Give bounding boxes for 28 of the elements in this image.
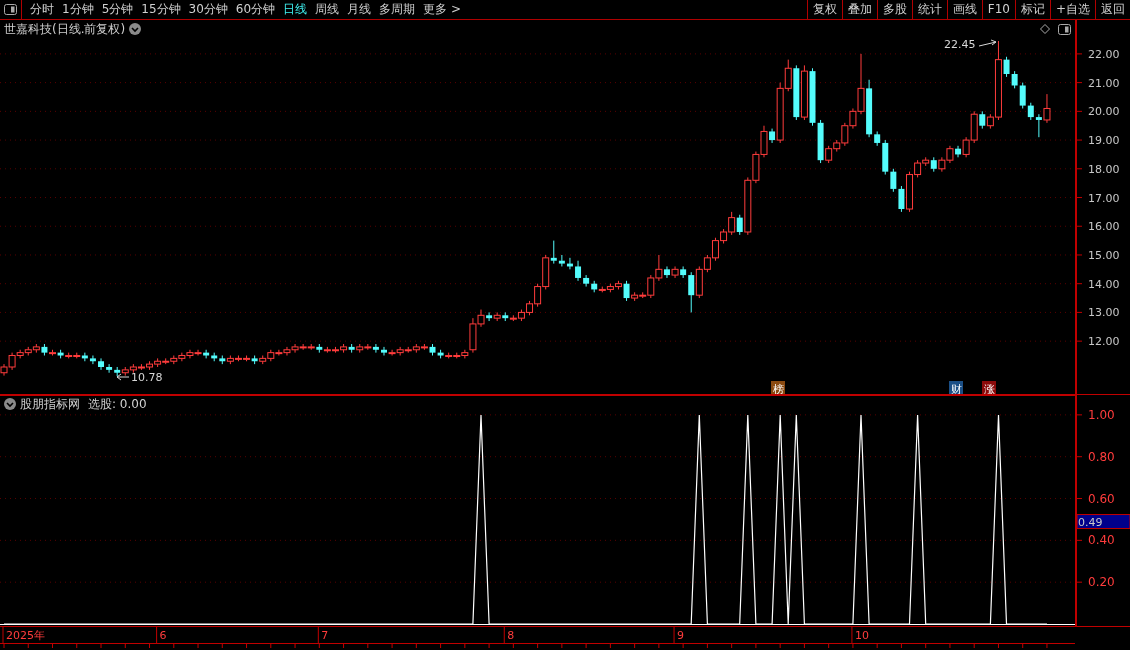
price-axis-label: 22.00	[1088, 47, 1120, 61]
stock-title: 世嘉科技(日线.前复权)	[4, 21, 126, 38]
cursor-value-label: 0.49	[1077, 514, 1130, 530]
indicator-axis-label: 0.80	[1088, 449, 1115, 464]
date-axis-label: 6	[159, 629, 167, 642]
price-axis-label: 12.00	[1088, 335, 1120, 349]
low-price-label: 10.78	[131, 371, 163, 384]
price-axis-label: 19.00	[1088, 134, 1120, 148]
price-axis-label: 17.00	[1088, 191, 1120, 205]
indicator-axis-label: 0.20	[1088, 575, 1115, 590]
date-axis-label: 2025年	[6, 629, 45, 642]
high-price-label: 22.45	[944, 38, 976, 51]
date-axis-label: 8	[507, 629, 515, 642]
indicator-name: 股朋指标网	[20, 396, 80, 413]
indicator-reading: 选股: 0.00	[88, 396, 147, 413]
price-axis-label: 15.00	[1088, 248, 1120, 262]
indicator-axis-label: 0.60	[1088, 491, 1115, 506]
indicator-axis-label: 1.00	[1088, 407, 1115, 422]
date-axis-label: 10	[854, 629, 869, 642]
price-axis-label: 18.00	[1088, 162, 1120, 176]
price-axis-label: 20.00	[1088, 105, 1120, 119]
price-axis-label: 13.00	[1088, 306, 1120, 320]
price-axis-label: 21.00	[1088, 76, 1120, 90]
indicator-axis-label: 0.40	[1088, 533, 1115, 548]
date-axis-label: 9	[677, 629, 685, 642]
price-axis-label: 14.00	[1088, 277, 1120, 291]
price-axis-label: 16.00	[1088, 220, 1120, 234]
date-axis-label: 7	[321, 629, 329, 642]
